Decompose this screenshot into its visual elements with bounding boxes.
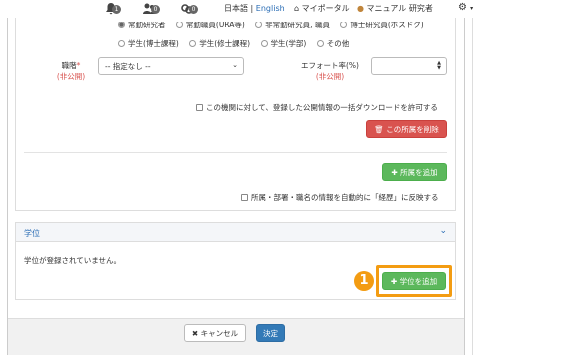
degree-title: 学位 (24, 229, 40, 238)
effort-input[interactable]: ▲ ▼ (371, 57, 447, 75)
add-degree-label: 学位を追加 (399, 277, 438, 286)
submit-button[interactable]: 決定 (256, 324, 285, 342)
notify-badge-1: 1 (112, 5, 121, 14)
job-title-label: 職階* (非公開) (44, 60, 98, 82)
radio-option[interactable]: 学生(修士課程) (189, 39, 250, 48)
my-portal-label: マイポータル (301, 4, 350, 13)
required-mark: * (76, 61, 81, 70)
reflect-career-label: 所属・部署・職名の情報を自動的に「経歴」に反映する (251, 193, 439, 202)
add-affiliation-label: 所属を追加 (400, 168, 438, 177)
employment-radio-row-2: 学生(博士課程) 学生(修士課程) 学生(学部) その他 (118, 38, 349, 49)
plus-icon: ✚ (390, 277, 398, 286)
radio-circle (118, 40, 125, 47)
reflect-career-option[interactable]: 所属・部署・職名の情報を自動的に「経歴」に反映する (241, 192, 439, 203)
radio-label: 学生(博士課程) (128, 39, 179, 48)
radio-circle (340, 22, 348, 28)
bulk-download-label: この機関に対して、登録した公開情報の一括ダウンロードを許可する (206, 103, 438, 112)
language-switch: 日本語 | English (224, 3, 285, 14)
my-portal-link[interactable]: ⌂ マイポータル (294, 3, 350, 14)
job-select-value: -- 指定なし -- (105, 62, 151, 71)
radio-option[interactable]: 学生(博士課程) (118, 39, 179, 48)
chevron-down-icon: ⌄ (232, 61, 238, 69)
delete-affiliation-label: この所属を削除 (386, 125, 439, 134)
radio-label: その他 (326, 39, 350, 48)
notify-badge-3: 0 (189, 5, 198, 14)
reflect-career-checkbox[interactable] (241, 194, 248, 201)
degree-empty-message: 学位が登録されていません。 (24, 256, 122, 265)
notify-badge-2: 0 (151, 5, 160, 14)
gear-icon: ⚙ (458, 2, 467, 13)
caret-down-icon: ▾ (470, 5, 474, 12)
effort-label: エフォート率(%) (非公開) (294, 60, 366, 82)
chevron-down-icon[interactable]: ⌄ (439, 226, 447, 236)
top-bar: 1 0 0 日本語 | English ⌂ マイポータル ● マニュアル 研究者… (0, 0, 567, 18)
effort-private-note: (非公開) (315, 72, 345, 81)
degree-panel-header[interactable]: 学位 ⌄ (16, 223, 455, 242)
job-label-text: 職階 (61, 61, 77, 70)
bulk-download-option[interactable]: この機関に対して、登録した公開情報の一括ダウンロードを許可する (196, 102, 438, 113)
right-divider (472, 18, 473, 355)
cancel-button[interactable]: ✖ キャンセル (184, 324, 246, 342)
radio-circle (189, 40, 197, 47)
job-private-note: (非公開) (56, 72, 86, 81)
job-title-select[interactable]: -- 指定なし -- ⌄ (98, 57, 244, 75)
lang-ja-link[interactable]: 日本語 (224, 4, 248, 13)
add-affiliation-button[interactable]: ✚ 所属を追加 (382, 163, 447, 181)
home-icon: ⌂ (294, 4, 300, 13)
submit-label: 決定 (263, 329, 278, 338)
add-degree-button[interactable]: ✚ 学位を追加 (382, 272, 446, 290)
lang-en-link[interactable]: English (256, 4, 285, 13)
radio-label: 学生(修士課程) (199, 39, 251, 48)
radio-label: 学生(学部) (270, 39, 307, 48)
radio-circle (255, 22, 263, 28)
settings-menu[interactable]: ⚙ ▾ (458, 2, 473, 13)
close-icon: ✖ (191, 329, 199, 338)
researcher-avatar-icon: ● (357, 4, 364, 13)
cancel-label: キャンセル (200, 329, 239, 338)
bulk-download-checkbox[interactable] (196, 104, 203, 111)
radio-circle (260, 40, 268, 47)
section-divider (24, 152, 447, 153)
plus-icon: ✚ (391, 168, 398, 177)
trash-icon: 🗑 (374, 125, 384, 134)
radio-circle (316, 40, 324, 47)
step-number-badge: 1 (354, 271, 374, 291)
radio-option[interactable]: その他 (316, 39, 350, 48)
manual-user-menu[interactable]: ● マニュアル 研究者 (357, 3, 433, 14)
radio-option[interactable]: 学生(学部) (260, 39, 307, 48)
radio-circle (175, 22, 183, 28)
lang-separator: | (250, 4, 254, 13)
user-role-label: 研究者 (408, 4, 433, 13)
effort-label-text: エフォート率(%) (301, 61, 359, 70)
radio-circle (118, 22, 125, 28)
manual-label: マニュアル (366, 4, 407, 13)
spinner-arrows-icon: ▲ ▼ (437, 60, 441, 71)
delete-affiliation-button[interactable]: 🗑 この所属を削除 (366, 120, 447, 138)
